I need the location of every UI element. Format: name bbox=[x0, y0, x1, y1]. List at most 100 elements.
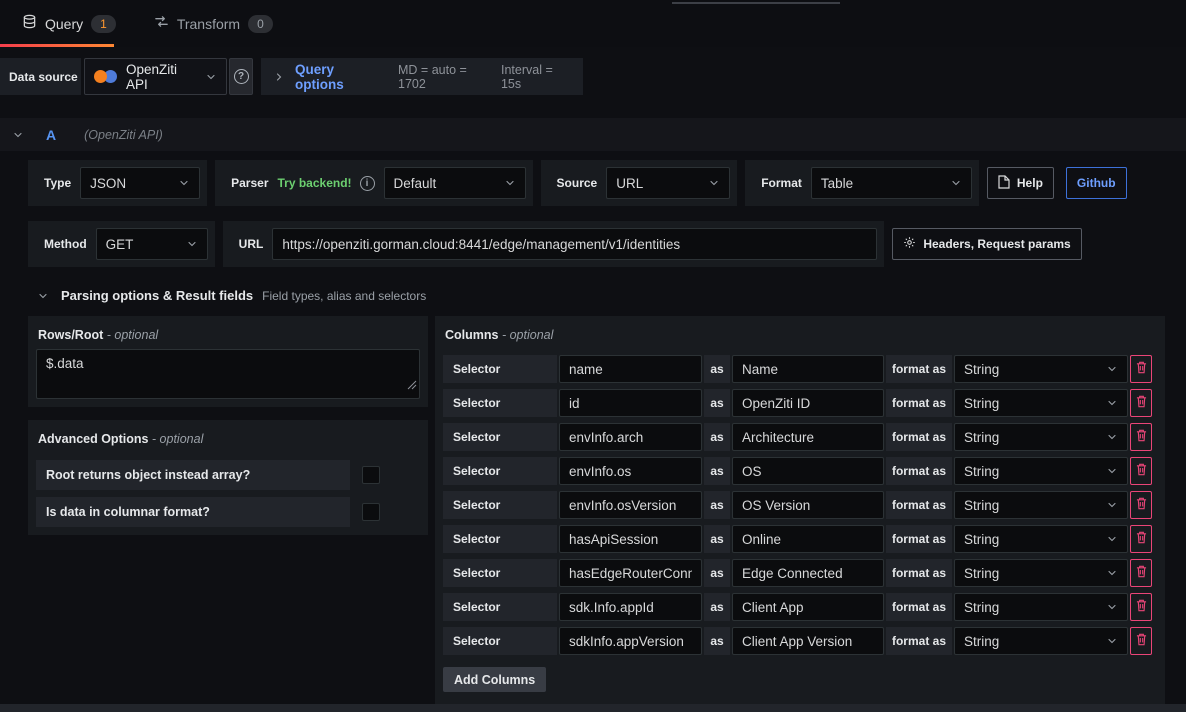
document-icon bbox=[998, 175, 1010, 192]
column-as-label: as bbox=[704, 389, 730, 417]
method-select[interactable]: GET bbox=[96, 228, 208, 260]
column-alias-input[interactable] bbox=[732, 627, 884, 655]
delete-column-button[interactable] bbox=[1130, 423, 1152, 451]
delete-column-button[interactable] bbox=[1130, 389, 1152, 417]
headers-request-params-button[interactable]: Headers, Request params bbox=[892, 228, 1081, 260]
column-format-select[interactable]: String bbox=[954, 559, 1128, 587]
column-selector-label: Selector bbox=[443, 593, 557, 621]
help-button-label: Help bbox=[1017, 176, 1043, 190]
parsing-section-header[interactable]: Parsing options & Result fields Field ty… bbox=[37, 288, 1186, 303]
delete-column-button[interactable] bbox=[1130, 593, 1152, 621]
type-label: Type bbox=[44, 176, 71, 190]
chevron-down-icon bbox=[1106, 431, 1118, 443]
advanced-option-row: Root returns object instead array? bbox=[36, 460, 420, 490]
column-alias-input[interactable] bbox=[732, 457, 884, 485]
parsing-section-title: Parsing options & Result fields bbox=[61, 288, 253, 303]
rows-root-input[interactable]: $.data bbox=[36, 349, 420, 399]
datasource-value: OpenZiti API bbox=[126, 62, 197, 92]
chevron-right-icon bbox=[273, 71, 285, 83]
column-selector-input[interactable] bbox=[559, 457, 702, 485]
column-selector-input[interactable] bbox=[559, 525, 702, 553]
datasource-help-button[interactable]: ? bbox=[229, 58, 253, 95]
column-alias-input[interactable] bbox=[732, 559, 884, 587]
type-select[interactable]: JSON bbox=[80, 167, 200, 199]
column-format-select[interactable]: String bbox=[954, 593, 1128, 621]
column-format-select[interactable]: String bbox=[954, 491, 1128, 519]
query-ref-id[interactable]: A bbox=[46, 127, 56, 143]
question-circle-icon: ? bbox=[234, 69, 249, 84]
delete-column-button[interactable] bbox=[1130, 355, 1152, 383]
format-select[interactable]: Table bbox=[811, 167, 972, 199]
column-format-select[interactable]: String bbox=[954, 389, 1128, 417]
column-alias-input[interactable] bbox=[732, 525, 884, 553]
column-alias-input[interactable] bbox=[732, 491, 884, 519]
add-columns-button[interactable]: Add Columns bbox=[443, 667, 546, 692]
delete-column-button[interactable] bbox=[1130, 525, 1152, 553]
gear-icon bbox=[903, 236, 916, 252]
delete-column-button[interactable] bbox=[1130, 559, 1152, 587]
url-input[interactable] bbox=[272, 228, 877, 260]
columns-rows: Selector as format as String Selector as… bbox=[443, 355, 1157, 655]
query-options-bar: Query options MD = auto = 1702 Interval … bbox=[261, 58, 583, 95]
format-label: Format bbox=[761, 176, 802, 190]
tab-query-label: Query bbox=[45, 16, 83, 32]
query-options-link[interactable]: Query options bbox=[295, 62, 380, 92]
advanced-option-row: Is data in columnar format? bbox=[36, 497, 420, 527]
trash-icon bbox=[1136, 531, 1147, 547]
column-selector-input[interactable] bbox=[559, 355, 702, 383]
column-row: Selector as format as String bbox=[443, 355, 1157, 383]
tab-transform[interactable]: Transform 0 bbox=[144, 0, 283, 47]
delete-column-button[interactable] bbox=[1130, 627, 1152, 655]
columnar-format-checkbox[interactable] bbox=[362, 503, 380, 521]
parser-select[interactable]: Default bbox=[384, 167, 526, 199]
column-selector-input[interactable] bbox=[559, 423, 702, 451]
column-as-label: as bbox=[704, 559, 730, 587]
column-selector-input[interactable] bbox=[559, 559, 702, 587]
info-circle-icon: i bbox=[360, 176, 375, 191]
panel-resize-handle[interactable] bbox=[672, 2, 840, 4]
chevron-down-icon bbox=[1106, 397, 1118, 409]
query-row-header[interactable]: A (OpenZiti API) bbox=[0, 118, 1186, 151]
column-selector-input[interactable] bbox=[559, 593, 702, 621]
collapse-chevron-icon[interactable] bbox=[12, 129, 24, 141]
column-format-value: String bbox=[964, 362, 1100, 377]
root-returns-object-checkbox[interactable] bbox=[362, 466, 380, 484]
columns-label-text: Columns bbox=[445, 328, 498, 342]
tab-query[interactable]: Query 1 bbox=[12, 0, 126, 47]
github-button[interactable]: Github bbox=[1066, 167, 1127, 199]
help-button[interactable]: Help bbox=[987, 167, 1054, 199]
column-as-label: as bbox=[704, 423, 730, 451]
column-as-label: as bbox=[704, 525, 730, 553]
source-select-value: URL bbox=[616, 176, 702, 191]
column-selector-input[interactable] bbox=[559, 491, 702, 519]
column-alias-input[interactable] bbox=[732, 423, 884, 451]
bottom-divider bbox=[0, 704, 1186, 712]
collapse-chevron-icon[interactable] bbox=[37, 290, 49, 302]
delete-column-button[interactable] bbox=[1130, 457, 1152, 485]
chevron-down-icon bbox=[708, 177, 720, 189]
delete-column-button[interactable] bbox=[1130, 491, 1152, 519]
optional-suffix: - optional bbox=[107, 328, 158, 342]
column-format-select[interactable]: String bbox=[954, 627, 1128, 655]
column-alias-input[interactable] bbox=[732, 389, 884, 417]
trash-icon bbox=[1136, 497, 1147, 513]
headers-button-label: Headers, Request params bbox=[923, 237, 1070, 251]
column-format-select[interactable]: String bbox=[954, 423, 1128, 451]
column-alias-input[interactable] bbox=[732, 593, 884, 621]
source-select[interactable]: URL bbox=[606, 167, 730, 199]
column-selector-input[interactable] bbox=[559, 389, 702, 417]
trash-icon bbox=[1136, 633, 1147, 649]
column-as-label: as bbox=[704, 355, 730, 383]
column-selector-input[interactable] bbox=[559, 627, 702, 655]
column-format-select[interactable]: String bbox=[954, 355, 1128, 383]
trash-icon bbox=[1136, 565, 1147, 581]
column-alias-input[interactable] bbox=[732, 355, 884, 383]
column-row: Selector as format as String bbox=[443, 559, 1157, 587]
datasource-picker[interactable]: OpenZiti API bbox=[84, 58, 227, 95]
parser-field-group: Parser Try backend! i Default bbox=[215, 160, 532, 206]
column-format-select[interactable]: String bbox=[954, 525, 1128, 553]
method-field-group: Method GET bbox=[28, 221, 215, 267]
chevron-down-icon bbox=[1106, 499, 1118, 511]
column-format-select[interactable]: String bbox=[954, 457, 1128, 485]
type-select-value: JSON bbox=[90, 176, 172, 191]
